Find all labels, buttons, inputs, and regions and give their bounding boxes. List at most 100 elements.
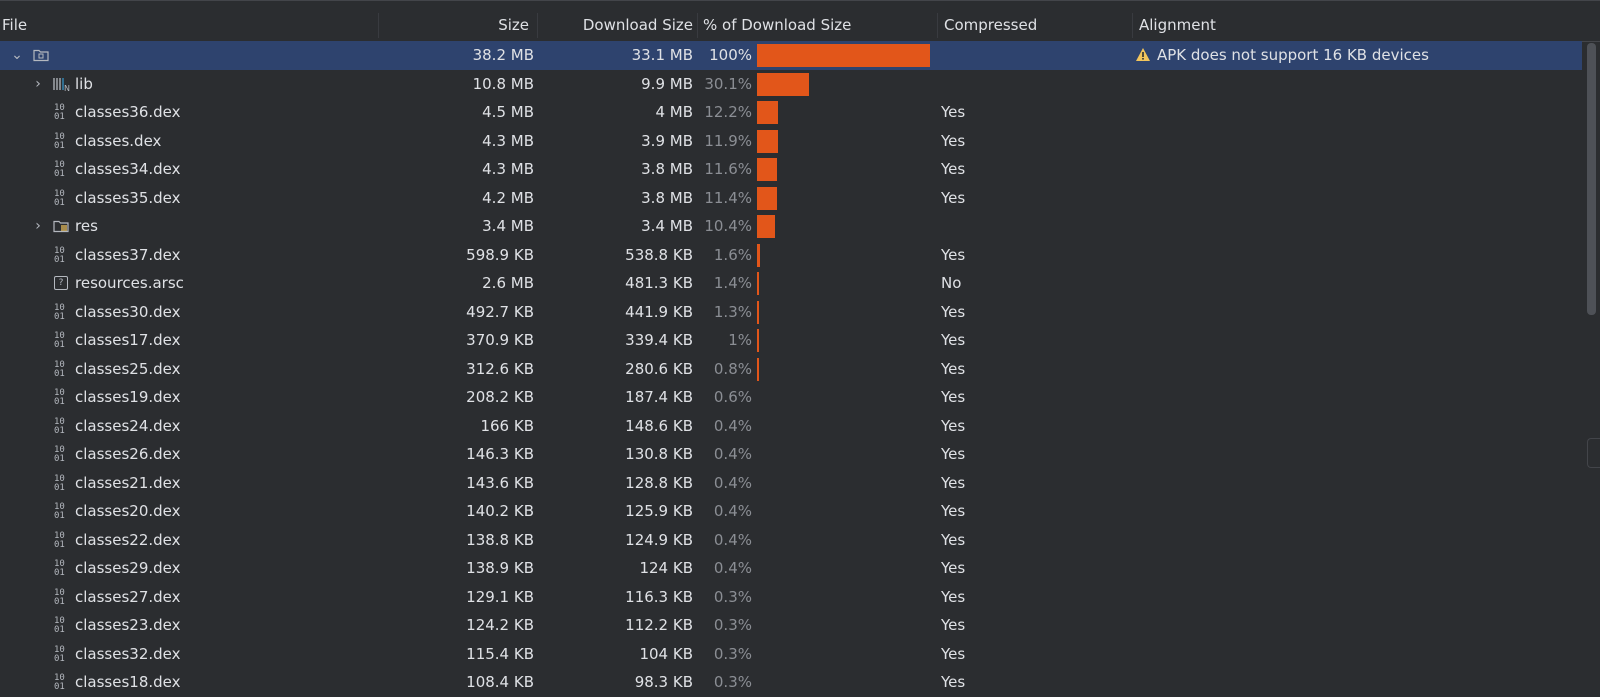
- side-panel-handle[interactable]: [1587, 438, 1600, 468]
- size-value: 598.9 KB: [466, 245, 534, 264]
- table-row[interactable]: 10 01 classes37.dex 598.9 KB 538.8 KB 1.6% Yes: [0, 241, 1582, 270]
- column-header-size[interactable]: Size: [378, 10, 529, 41]
- table-row[interactable]: 10 01 classes35.dex 4.2 MB 3.8 MB 11.4% Yes: [0, 184, 1582, 213]
- file-cell: 10 01 classes18.dex: [0, 668, 370, 697]
- file-cell: 10 01 classes29.dex: [0, 554, 370, 583]
- table-row[interactable]: ? resources.arsc 2.6 MB 481.3 KB 1.4% No: [0, 269, 1582, 298]
- percent-value: 1%: [728, 331, 752, 349]
- size-value: 3.4 MB: [482, 217, 534, 235]
- table-row[interactable]: 10 01 classes25.dex 312.6 KB 280.6 KB 0.8% Yes: [0, 355, 1582, 384]
- file-name: classes27.dex: [75, 587, 181, 606]
- vertical-scrollbar[interactable]: [1584, 41, 1600, 696]
- size-bar-cell: [757, 383, 957, 412]
- table-row[interactable]: 10 01 classes23.dex 124.2 KB 112.2 KB 0.3% Yes: [0, 611, 1582, 640]
- percent-value: 1.6%: [713, 245, 752, 264]
- percent-value: 12.2%: [704, 103, 752, 121]
- column-header-alignment[interactable]: Alignment: [1139, 10, 1216, 41]
- percent-value: 11.6%: [704, 160, 752, 178]
- size-bar: [757, 215, 775, 238]
- file-cell: 10 01 classes17.dex: [0, 326, 370, 355]
- percent-value: 11.9%: [704, 131, 752, 150]
- file-name: classes20.dex: [75, 502, 181, 520]
- file-name: classes29.dex: [75, 559, 181, 577]
- percent-value: 0.3%: [713, 616, 752, 634]
- percent-value: 100%: [709, 46, 752, 64]
- column-header-percent[interactable]: % of Download Size: [703, 10, 851, 41]
- table-row[interactable]: 10 01 classes24.dex 166 KB 148.6 KB 0.4% Yes: [0, 412, 1582, 441]
- size-bar: [757, 129, 778, 153]
- column-header-download-size[interactable]: Download Size: [537, 10, 693, 41]
- size-value: 138.8 KB: [466, 530, 534, 549]
- dex-icon: 10 01: [54, 673, 65, 692]
- size-bar-cell: [757, 127, 957, 156]
- column-divider[interactable]: [1132, 13, 1133, 38]
- table-row[interactable]: 10 01 classes26.dex 146.3 KB 130.8 KB 0.4% Yes: [0, 440, 1582, 469]
- size-bar-cell: [757, 440, 957, 469]
- table-row[interactable]: › res 3.4 MB 3.4 MB 10.4%: [0, 212, 1582, 241]
- column-header-file[interactable]: File: [2, 10, 27, 41]
- file-cell: 10 01 classes25.dex: [0, 355, 370, 384]
- size-bar: [757, 72, 809, 96]
- table-row[interactable]: ⌄ 38.2 MB 33.1 MB 100% APK does not support …: [0, 41, 1582, 70]
- table-row[interactable]: 10 01 classes19.dex 208.2 KB 187.4 KB 0.6% Yes: [0, 383, 1582, 412]
- unknown-file-icon: ?: [54, 276, 68, 290]
- percent-value: 10.4%: [704, 217, 752, 235]
- svg-text:N: N: [64, 84, 70, 92]
- size-value: 143.6 KB: [466, 473, 534, 492]
- download-size-value: 441.9 KB: [625, 302, 693, 321]
- table-row[interactable]: 10 01 classes17.dex 370.9 KB 339.4 KB 1% Yes: [0, 326, 1582, 355]
- file-cell: 10 01 classes35.dex: [0, 184, 370, 213]
- download-size-value: 339.4 KB: [625, 331, 693, 349]
- file-tree-table: ⌄ 38.2 MB 33.1 MB 100% APK does not support …: [0, 41, 1582, 697]
- table-row[interactable]: 10 01 classes27.dex 129.1 KB 116.3 KB 0.3% Yes: [0, 583, 1582, 612]
- size-value: 108.4 KB: [466, 673, 534, 691]
- dex-icon: 10 01: [54, 473, 65, 493]
- compressed-value: Yes: [941, 416, 966, 435]
- download-size-value: 33.1 MB: [631, 46, 693, 64]
- download-size-value: 4 MB: [655, 103, 693, 121]
- table-row[interactable]: 10 01 classes.dex 4.3 MB 3.9 MB 11.9% Yes: [0, 127, 1582, 156]
- table-header: File Size Download Size % of Download Si…: [0, 10, 1600, 42]
- table-row[interactable]: 10 01 classes29.dex 138.9 KB 124 KB 0.4% Yes: [0, 554, 1582, 583]
- chevron-down-icon[interactable]: ⌄: [10, 41, 24, 70]
- file-name: classes30.dex: [75, 302, 181, 321]
- chevron-right-icon[interactable]: ›: [31, 212, 45, 241]
- size-bar-cell: [757, 98, 957, 127]
- table-row[interactable]: 10 01 classes34.dex 4.3 MB 3.8 MB 11.6% Yes: [0, 155, 1582, 184]
- column-header-compressed[interactable]: Compressed: [944, 10, 1037, 41]
- file-cell: › res: [0, 212, 370, 241]
- file-cell: 10 01 classes34.dex: [0, 155, 370, 184]
- download-size-value: 116.3 KB: [625, 587, 693, 606]
- size-value: 208.2 KB: [466, 388, 534, 406]
- download-size-value: 125.9 KB: [625, 502, 693, 520]
- size-value: 166 KB: [480, 416, 534, 435]
- size-bar-cell: [757, 497, 957, 526]
- size-value: 4.3 MB: [482, 131, 534, 150]
- scrollbar-thumb[interactable]: [1587, 43, 1596, 315]
- table-row[interactable]: 10 01 classes20.dex 140.2 KB 125.9 KB 0.4% Yes: [0, 497, 1582, 526]
- compressed-value: Yes: [941, 131, 966, 150]
- file-cell: 10 01 classes20.dex: [0, 497, 370, 526]
- table-row[interactable]: 10 01 classes36.dex 4.5 MB 4 MB 12.2% Yes: [0, 98, 1582, 127]
- file-name: classes25.dex: [75, 359, 181, 378]
- table-row[interactable]: 10 01 classes32.dex 115.4 KB 104 KB 0.3% Yes: [0, 640, 1582, 669]
- download-size-value: 130.8 KB: [625, 445, 693, 463]
- apk-analyzer-table: File Size Download Size % of Download Si…: [0, 0, 1600, 695]
- percent-value: 0.4%: [713, 445, 752, 463]
- table-row[interactable]: 10 01 classes22.dex 138.8 KB 124.9 KB 0.4% Yes: [0, 526, 1582, 555]
- column-divider[interactable]: [937, 13, 938, 38]
- dex-icon: 10 01: [54, 644, 65, 664]
- table-row[interactable]: › Nlib 10.8 MB 9.9 MB 30.1%: [0, 70, 1582, 99]
- size-bar-cell: [757, 155, 957, 184]
- size-value: 370.9 KB: [466, 331, 534, 349]
- file-name: classes.dex: [75, 131, 162, 150]
- compressed-value: Yes: [941, 331, 966, 349]
- dex-icon: 10 01: [54, 587, 65, 607]
- size-bar-cell: [757, 554, 957, 583]
- table-row[interactable]: 10 01 classes30.dex 492.7 KB 441.9 KB 1.3% Yes: [0, 298, 1582, 327]
- table-row[interactable]: 10 01 classes21.dex 143.6 KB 128.8 KB 0.4% Yes: [0, 469, 1582, 498]
- column-divider[interactable]: [697, 13, 698, 38]
- chevron-right-icon[interactable]: ›: [31, 70, 45, 99]
- percent-value: 11.4%: [704, 188, 752, 207]
- table-row[interactable]: 10 01 classes18.dex 108.4 KB 98.3 KB 0.3% Yes: [0, 668, 1582, 697]
